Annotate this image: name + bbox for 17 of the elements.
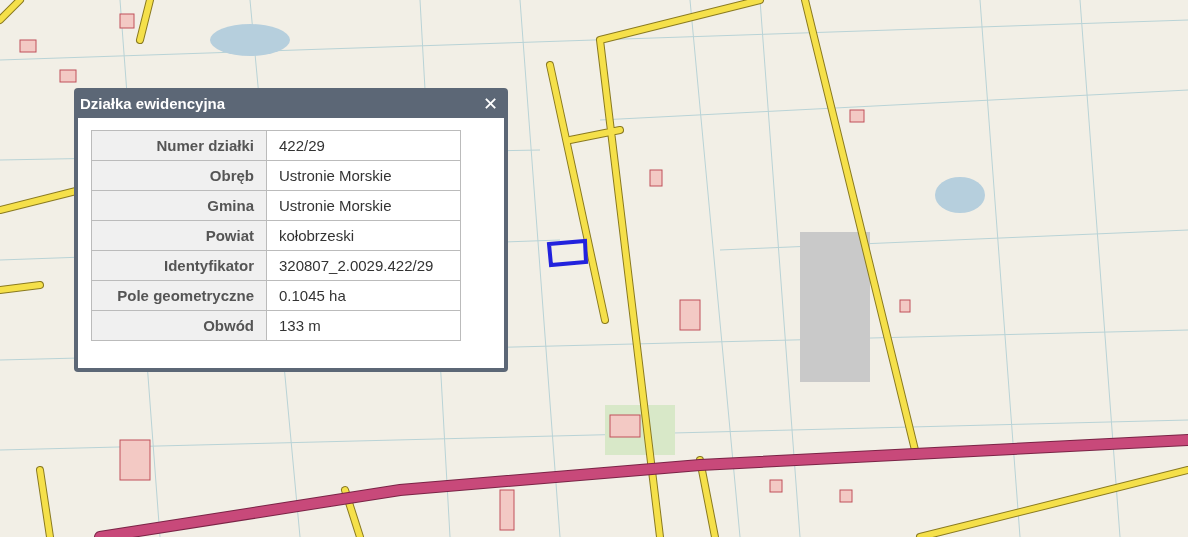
close-button[interactable]: ✕ xyxy=(478,92,502,114)
attribute-label: Gmina xyxy=(91,190,267,221)
attribute-value: 133 m xyxy=(266,310,461,341)
attribute-value: Ustronie Morskie xyxy=(266,190,461,221)
parcel-outline xyxy=(545,238,589,268)
popup-title: Działka ewidencyjna xyxy=(80,94,226,112)
attribute-value: 422/29 xyxy=(266,130,461,161)
attribute-label: Identyfikator xyxy=(91,250,267,281)
attribute-value: kołobrzeski xyxy=(266,220,461,251)
attribute-value: 320807_2.0029.422/29 xyxy=(266,250,461,281)
attribute-value: Ustronie Morskie xyxy=(266,160,461,191)
attribute-label: Obwód xyxy=(91,310,267,341)
attribute-label: Pole geometryczne xyxy=(91,280,267,311)
attribute-label: Numer działki xyxy=(91,130,267,161)
attribute-label: Obręb xyxy=(91,160,267,191)
attribute-value: 0.1045 ha xyxy=(266,280,461,311)
attribute-label: Powiat xyxy=(91,220,267,251)
